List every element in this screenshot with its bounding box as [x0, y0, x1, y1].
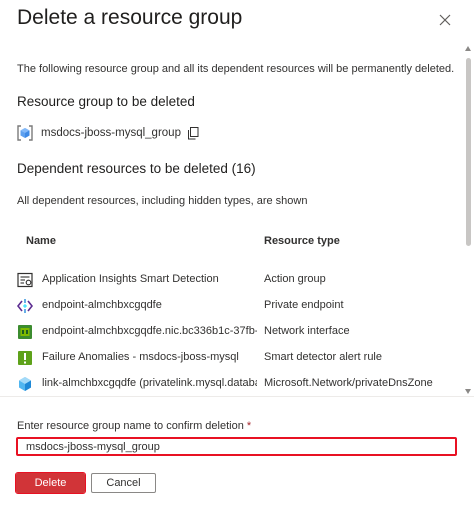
scrollbar-thumb[interactable] [466, 58, 471, 246]
action-group-icon [17, 272, 33, 288]
confirm-name-input[interactable] [16, 437, 457, 456]
table-row[interactable]: endpoint-almchbxcgqdfe.nic.bc336b1c-37fb… [17, 318, 462, 344]
resource-name: Application Insights Smart Detection [42, 273, 219, 285]
table-row[interactable]: Application Insights Smart Detection Act… [17, 266, 462, 292]
resource-type: Private endpoint [264, 299, 344, 311]
dependent-resources-note: All dependent resources, including hidde… [17, 195, 308, 207]
copy-button[interactable] [187, 126, 199, 140]
private-endpoint-icon [17, 299, 33, 313]
resource-name: endpoint-almchbxcgqdfe.nic.bc336b1c-37fb… [42, 325, 257, 337]
delete-button[interactable]: Delete [15, 472, 86, 494]
confirm-label-text: Enter resource group name to confirm del… [17, 420, 244, 432]
close-button[interactable] [434, 9, 456, 31]
table-row[interactable]: link-almchbxcgqdfe (privatelink.mysql.da… [17, 370, 462, 396]
resource-group-row: msdocs-jboss-mysql_group [17, 124, 199, 142]
column-header-name[interactable]: Name [26, 235, 56, 247]
resource-type: Microsoft.Network/privateDnsZone [264, 377, 433, 389]
scroll-down-icon[interactable] [465, 389, 471, 394]
alert-rule-icon [18, 351, 32, 365]
vertical-scrollbar[interactable] [462, 44, 474, 396]
footer-divider [0, 396, 474, 397]
table-row[interactable]: Failure Anomalies - msdocs-jboss-mysql S… [17, 344, 462, 370]
resource-name: link-almchbxcgqdfe (privatelink.mysql.da… [42, 377, 257, 389]
panel-title: Delete a resource group [17, 6, 243, 29]
delete-description: The following resource group and all its… [17, 63, 455, 75]
resource-group-heading: Resource group to be deleted [17, 94, 195, 109]
resource-group-name: msdocs-jboss-mysql_group [41, 127, 181, 139]
column-header-resource-type[interactable]: Resource type [264, 235, 340, 247]
resource-name: Failure Anomalies - msdocs-jboss-mysql [42, 351, 239, 363]
table-header: Name Resource type [17, 231, 462, 253]
resource-group-icon [17, 125, 33, 141]
dependent-resources-table: Name Resource type Application Insights … [17, 231, 462, 396]
network-interface-icon [18, 325, 32, 339]
resource-name: endpoint-almchbxcgqdfe [42, 299, 162, 311]
resource-type: Network interface [264, 325, 350, 337]
required-mark: * [246, 420, 252, 432]
resource-type: Smart detector alert rule [264, 351, 382, 363]
resource-type: Action group [264, 273, 326, 285]
close-icon [439, 14, 451, 26]
table-row[interactable]: endpoint-almchbxcgqdfe Private endpoint [17, 292, 462, 318]
dependent-resources-heading: Dependent resources to be deleted (16) [17, 161, 256, 176]
panel-body[interactable]: The following resource group and all its… [0, 44, 462, 396]
confirm-label: Enter resource group name to confirm del… [17, 420, 251, 432]
copy-icon [187, 126, 199, 139]
scroll-up-icon[interactable] [465, 46, 471, 51]
private-dns-zone-icon [19, 377, 31, 391]
cancel-button[interactable]: Cancel [91, 473, 156, 493]
